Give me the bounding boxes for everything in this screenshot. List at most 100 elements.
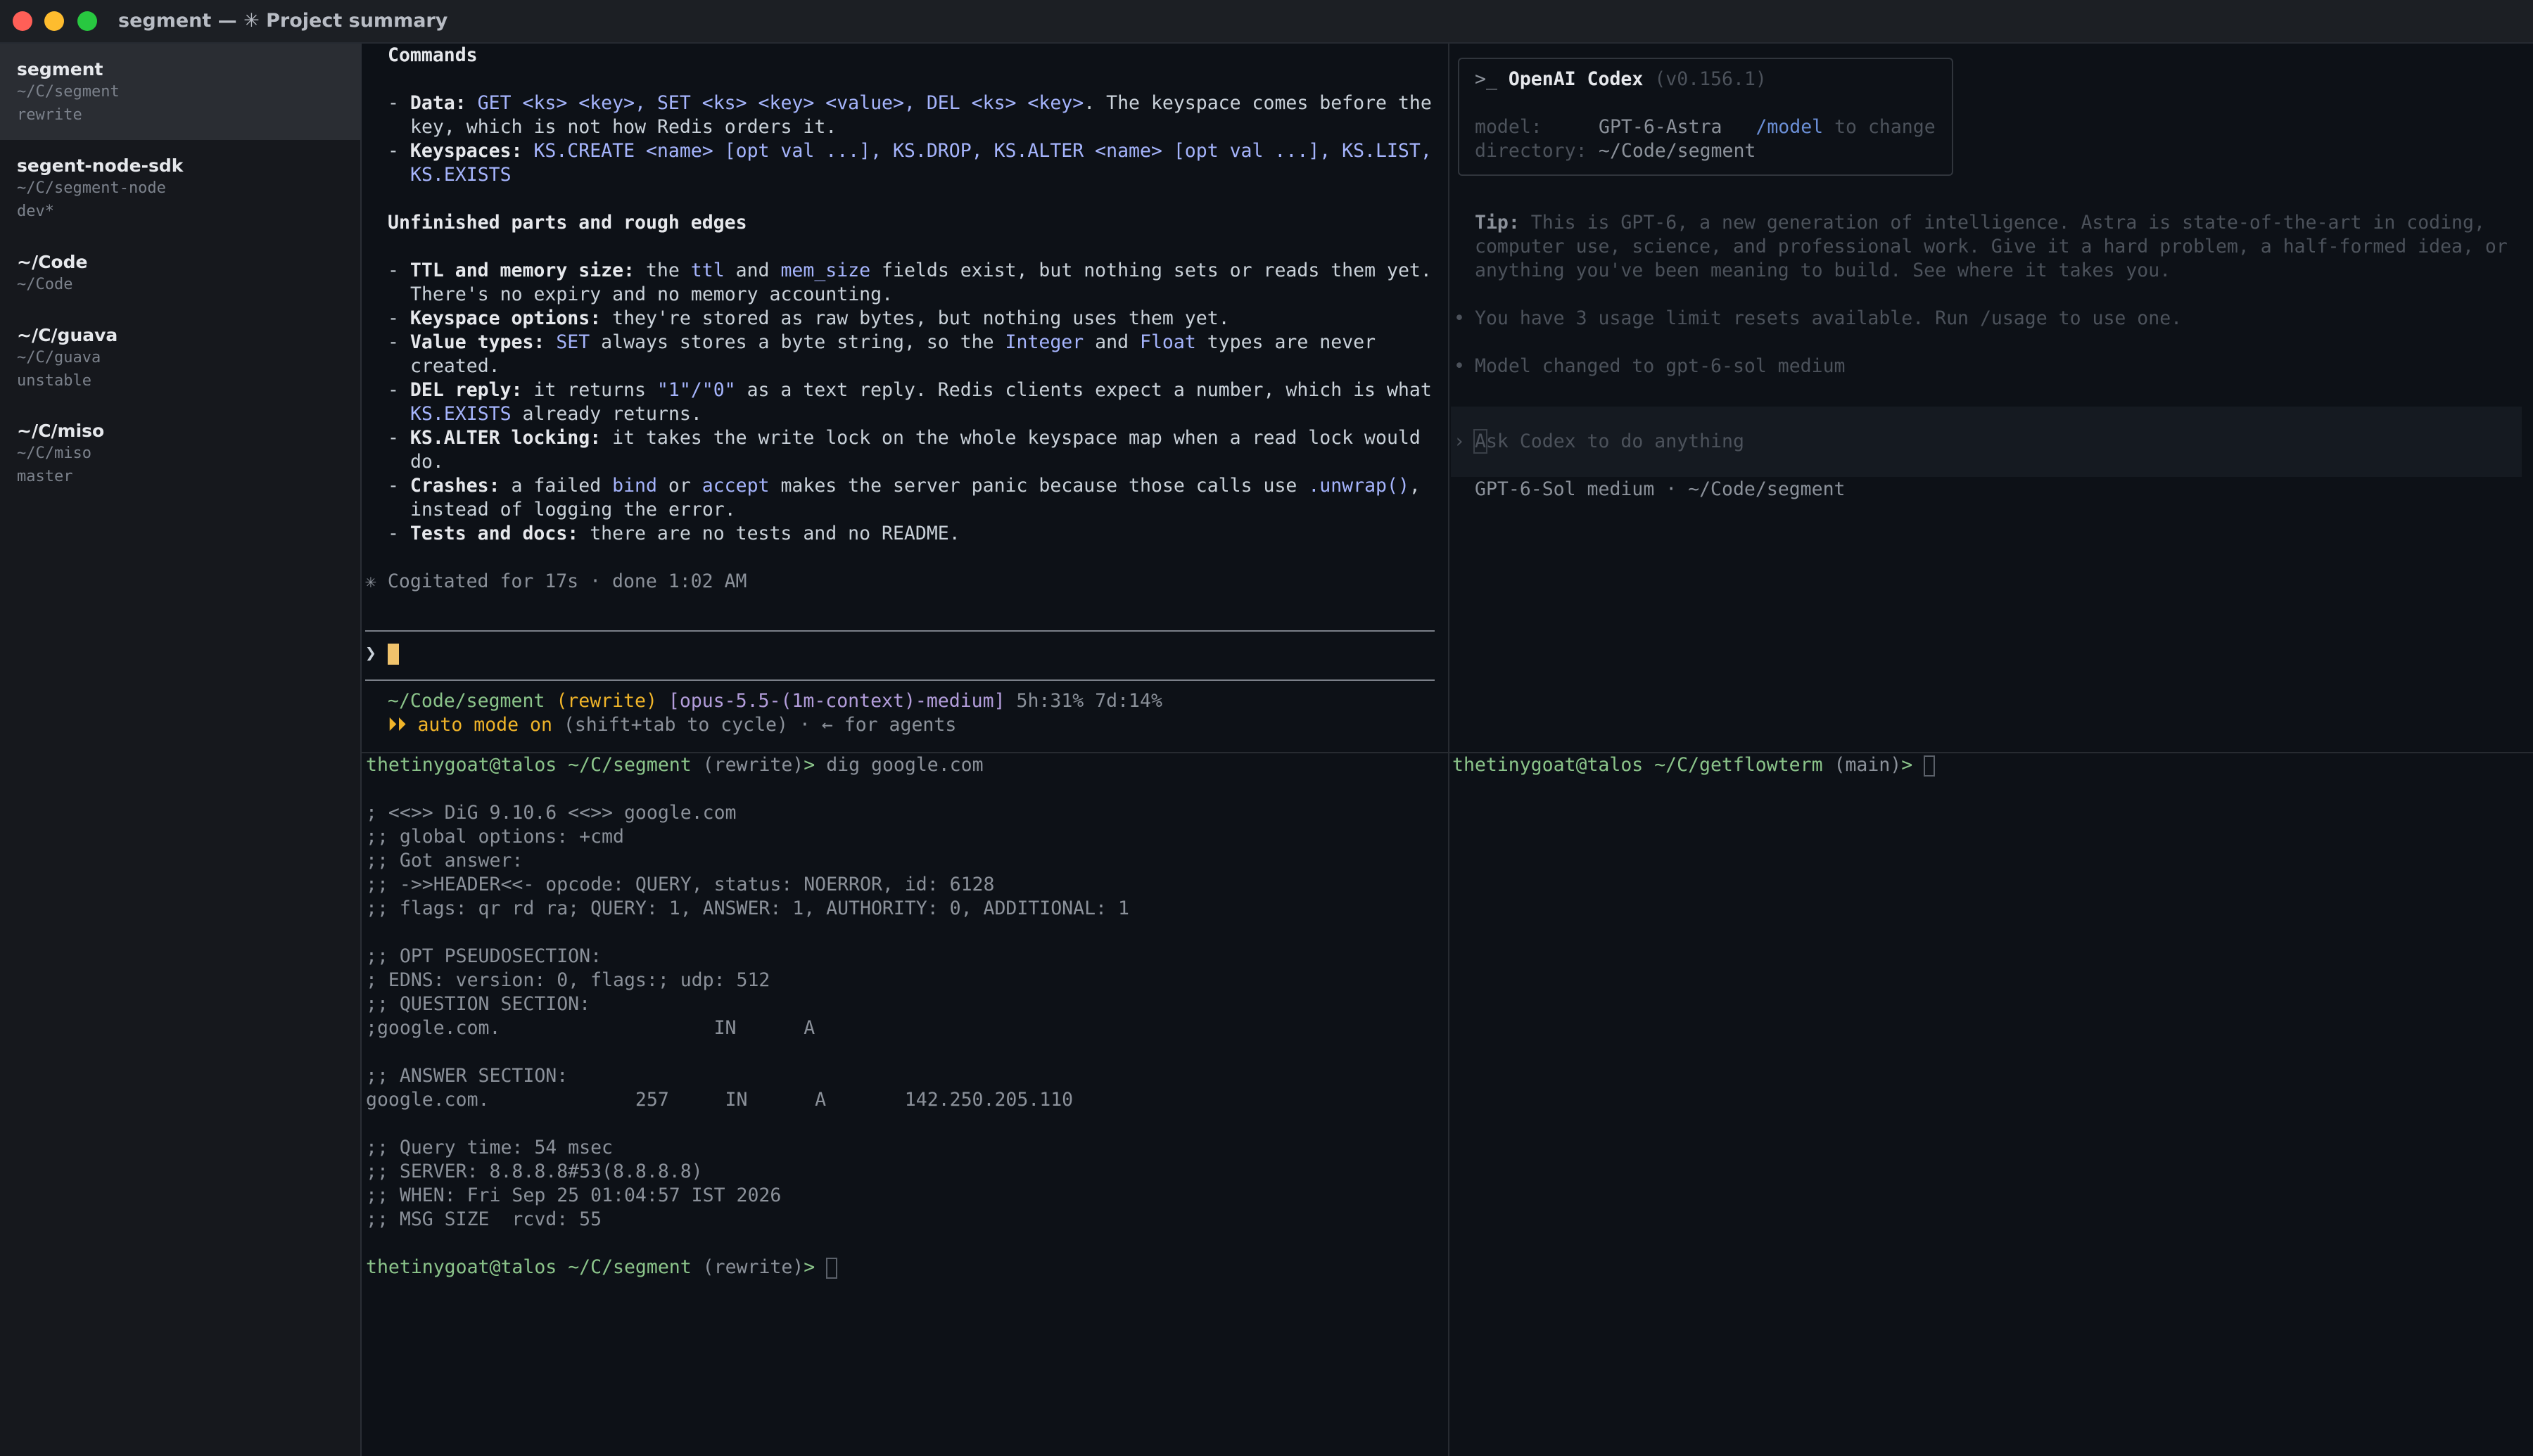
dig-output-line: ;google.com. IN A — [366, 1017, 815, 1039]
float-code: Float — [1140, 331, 1196, 353]
value-types-line: - Value types: SET always stores a byte … — [388, 331, 1376, 355]
del-reply-code: "1"/"0" — [656, 379, 736, 401]
dig-output-line: ; EDNS: version: 0, flags:; udp: 512 — [366, 969, 770, 991]
auto-mode-icon: ⏵⏵ — [388, 714, 407, 736]
auto-mode-status[interactable]: auto mode on — [417, 714, 552, 736]
tests-docs-line: - Tests and docs: there are no tests and… — [388, 522, 960, 546]
ttl-label: TTL and memory size: — [410, 260, 635, 281]
bind-code: bind — [612, 475, 657, 497]
claude-prompt-input[interactable]: ❯ — [365, 641, 399, 665]
minimize-window-button[interactable] — [44, 11, 64, 31]
dig-output-line: ;; global options: +cmd — [366, 826, 624, 848]
input-chevron-icon: › — [1454, 430, 1465, 452]
keyspaces-commands-line-2: KS.EXISTS — [410, 164, 512, 186]
sidebar-item-name: segent-node-sdk — [17, 155, 184, 176]
app-window: segment — ✳ Project summary segment ~/C/… — [0, 0, 2533, 1456]
dig-output-line: ;; SERVER: 8.8.8.8#53(8.8.8.8) — [366, 1161, 703, 1182]
bullet-dash: - — [388, 379, 410, 401]
del-reply-text: it returns — [522, 379, 657, 401]
sidebar-item-segent-node-sdk[interactable]: segent-node-sdk ~/C/segment-node dev* — [0, 140, 360, 236]
codex-model-label: model: — [1475, 116, 1542, 138]
codex-header-line: >_ OpenAI Codex (v0.156.1) — [1475, 68, 1767, 91]
auto-mode-hint: (shift+tab to cycle) · ← for agents — [552, 714, 957, 736]
codex-app-name: OpenAI Codex — [1508, 68, 1644, 90]
input-bottom-rule — [365, 679, 1435, 681]
codex-model-line: GPT-6-Astra /model to change — [1599, 115, 1936, 139]
zoom-window-button[interactable] — [77, 11, 97, 31]
crashes-text: , — [1409, 475, 1421, 497]
prompt-symbol: > — [804, 1256, 815, 1278]
prompt-user-host: thetinygoat@talos — [366, 1256, 557, 1278]
prompt-path: ~/C/segment — [568, 754, 692, 776]
codex-tip-line-3: anything you've been meaning to build. S… — [1475, 260, 2171, 281]
text-cursor — [1924, 755, 1936, 777]
data-commands: GET <ks> <key>, SET <ks> <key> <value>, … — [477, 92, 1084, 114]
codex-input-box[interactable]: › Ask Codex to do anything — [1451, 407, 2522, 477]
ttl-text: and — [724, 260, 781, 281]
status-usage: 5h:31% 7d:14% — [1016, 690, 1162, 712]
crashes-line-2: instead of logging the error. — [410, 499, 736, 521]
title-bar: segment — ✳ Project summary — [0, 0, 2533, 44]
prompt-symbol: > — [1901, 754, 1913, 776]
sidebar-item-name: segment — [17, 59, 103, 79]
prompt-user-host: thetinygoat@talos — [366, 754, 557, 776]
sidebar-item-path: ~/Code — [17, 276, 73, 293]
value-types-text: always stores a byte string, so the — [590, 331, 1005, 353]
prompt-chevron-icon: ❯ — [365, 642, 376, 664]
model-command[interactable]: /model — [1756, 116, 1823, 138]
sidebar-item-guava[interactable]: ~/C/guava ~/C/guava unstable — [0, 309, 360, 406]
status-path: ~/Code/segment — [388, 690, 545, 712]
keyspaces-commands: KS.CREATE <name> [opt val ...], KS.DROP,… — [533, 140, 1432, 162]
dig-output-line: ;; ANSWER SECTION: — [366, 1065, 569, 1087]
codex-model-value: GPT-6-Astra — [1599, 116, 1722, 138]
close-window-button[interactable] — [13, 11, 32, 31]
sidebar-item-miso[interactable]: ~/C/miso ~/C/miso master — [0, 405, 360, 502]
unwrap-code: .unwrap() — [1308, 475, 1409, 497]
dig-output-line: ;; ->>HEADER<<- opcode: QUERY, status: N… — [366, 874, 995, 895]
sidebar-item-name: ~/C/guava — [17, 325, 118, 345]
codex-input-placeholder[interactable]: Ask Codex to do anything — [1473, 429, 1744, 454]
keyspace-options-label: Keyspace options: — [410, 307, 602, 329]
claude-code-pane[interactable]: Commands - Data: GET <ks> <key>, SET <ks… — [363, 44, 1447, 751]
bullet-dash: - — [388, 307, 410, 329]
codex-tip-line-1: Tip: This is GPT-6, a new generation of … — [1475, 211, 2485, 235]
value-types-label: Value types: — [410, 331, 545, 353]
sidebar-item-name: ~/C/miso — [17, 421, 105, 441]
codex-version: (v0.156.1) — [1654, 68, 1767, 90]
dig-output-line: ;; flags: qr rd ra; QUERY: 1, ANSWER: 1,… — [366, 898, 1129, 919]
workspace-sidebar: segment ~/C/segment rewrite segent-node-… — [0, 44, 362, 1456]
shell-prompt-input[interactable]: thetinygoat@talos ~/C/getflowterm (main)… — [1452, 753, 1936, 777]
shell-pane-left[interactable]: thetinygoat@talos ~/C/segment (rewrite)>… — [363, 753, 1447, 1456]
sidebar-item-segment[interactable]: segment ~/C/segment rewrite — [0, 44, 360, 140]
shell-prompt-input[interactable]: thetinygoat@talos ~/C/segment (rewrite)> — [366, 1256, 838, 1279]
sidebar-item-path: ~/C/segment — [17, 83, 120, 101]
sidebar-item-path: ~/C/segment-node — [17, 179, 166, 197]
codex-pane[interactable]: >_ OpenAI Codex (v0.156.1) model: GPT-6-… — [1451, 44, 2533, 751]
del-reply-line-2: KS.EXISTS already returns. — [410, 402, 702, 426]
crashes-label: Crashes: — [410, 475, 500, 497]
alter-locking-line: - KS.ALTER locking: it takes the write l… — [388, 426, 1421, 450]
notice-bullet-icon: • — [1454, 307, 1465, 329]
model-hint: to change — [1834, 116, 1936, 138]
prompt-path: ~/C/segment — [568, 1256, 692, 1278]
codex-directory-value: ~/Code/segment — [1599, 140, 1756, 162]
crashes-line: - Crashes: a failed bind or accept makes… — [388, 474, 1421, 498]
placeholder-text: sk Codex to do anything — [1485, 430, 1744, 452]
accept-code: accept — [702, 475, 770, 497]
codex-notice-model: Model changed to gpt-6-sol medium — [1475, 355, 1846, 377]
prompt-branch: (main) — [1834, 754, 1902, 776]
alter-locking-text: it takes the write lock on the whole key… — [601, 427, 1421, 449]
tip-text: This is GPT-6, a new generation of intel… — [1530, 212, 2485, 234]
ttl-line-2: There's no expiry and no memory accounti… — [410, 283, 894, 305]
value-types-line-2: created. — [410, 355, 500, 377]
notice-bullet-icon: • — [1454, 355, 1465, 377]
terminal-prompt-icon: >_ — [1475, 68, 1497, 90]
sidebar-item-name: ~/Code — [17, 252, 88, 272]
codex-notice-usage: You have 3 usage limit resets available.… — [1475, 307, 2183, 329]
bullet-dash: - — [388, 331, 410, 353]
sidebar-item-path: ~/C/miso — [17, 445, 91, 462]
dig-output-line: ;; QUESTION SECTION: — [366, 993, 591, 1015]
status-branch: (rewrite) — [556, 690, 657, 712]
shell-pane-right[interactable]: thetinygoat@talos ~/C/getflowterm (main)… — [1449, 753, 2533, 1456]
dig-output-line: ;; Got answer: — [366, 850, 523, 871]
